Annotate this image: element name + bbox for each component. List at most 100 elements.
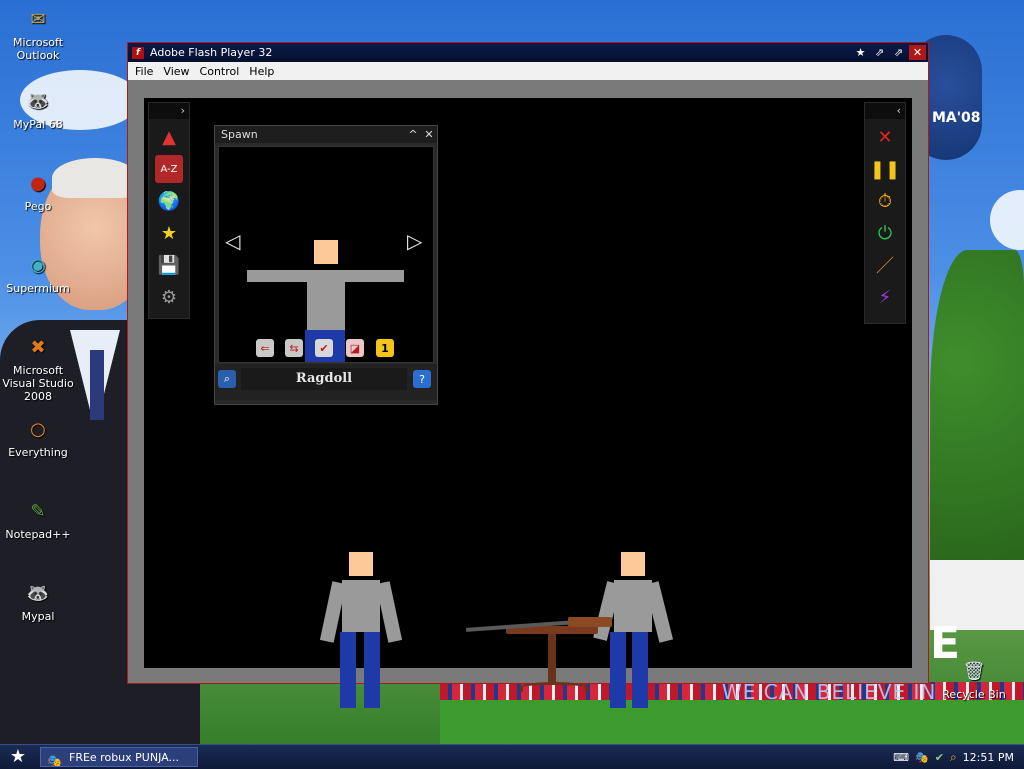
search-icon[interactable]: ⌕ bbox=[218, 370, 236, 388]
desktop-app-icon: 🦝 bbox=[26, 582, 50, 604]
clock[interactable]: 12:51 PM bbox=[963, 751, 1014, 764]
tray-app-icon[interactable]: 🎭 bbox=[915, 751, 929, 764]
search-tray-icon[interactable]: ⌕ bbox=[950, 750, 957, 765]
spawn-footer: ⌕ Ragdoll ? bbox=[215, 364, 437, 400]
world-tool-icon[interactable]: 🌍 bbox=[155, 187, 183, 215]
menu-help[interactable]: Help bbox=[244, 65, 279, 78]
recycle-bin-icon: 🗑 bbox=[962, 660, 986, 682]
settings-tool-icon[interactable]: ⚙ bbox=[155, 283, 183, 311]
spawn-panel-header[interactable]: Spawn ^ ✕ bbox=[215, 126, 437, 143]
next-item-button[interactable]: ▷ bbox=[407, 229, 422, 253]
desktop-app-icon: ○ bbox=[30, 418, 46, 440]
option-count-badge[interactable]: 1 bbox=[376, 339, 394, 357]
window-title: Adobe Flash Player 32 bbox=[150, 46, 273, 59]
rifle-stock[interactable] bbox=[568, 617, 612, 627]
menu-control[interactable]: Control bbox=[195, 65, 245, 78]
desktop-icon[interactable]: ◉ Supermium bbox=[0, 250, 76, 296]
desktop-icon-label: Microsoft Outlook bbox=[12, 36, 64, 62]
taskbar: ★ 🎭 FREe robux PUNJA... ⌨ 🎭 ✔ ⌕ 12:51 PM bbox=[0, 744, 1024, 769]
ragdoll-1-right-leg[interactable] bbox=[364, 632, 380, 708]
desktop-icon-label: Pego bbox=[24, 200, 52, 213]
menu-file[interactable]: File bbox=[130, 65, 158, 78]
ragdoll-1-left-leg[interactable] bbox=[340, 632, 356, 708]
desktop-icon[interactable]: 🦝 MyPal 68 bbox=[0, 86, 76, 132]
desktop-icon[interactable]: ✉ Microsoft Outlook bbox=[0, 4, 76, 63]
desktop-icon[interactable]: ● Pego bbox=[0, 168, 76, 214]
spawn-minimize-button[interactable]: ^ bbox=[405, 128, 421, 141]
desktop-icon-label: MyPal 68 bbox=[13, 118, 63, 131]
preview-ragdoll-torso bbox=[307, 270, 345, 332]
pause-tool-icon[interactable]: ❚❚ bbox=[870, 155, 900, 183]
desktop-app-icon: ✉ bbox=[30, 8, 46, 30]
table-leg[interactable] bbox=[548, 634, 556, 684]
task-app-icon: 🎭 bbox=[47, 754, 62, 767]
title-minimize-button[interactable]: ⇗ bbox=[871, 45, 888, 60]
desktop-icon-label: Microsoft Visual Studio 2008 bbox=[2, 364, 74, 403]
title-maximize-button[interactable]: ⇗ bbox=[890, 45, 907, 60]
taskbar-item-label: FREe robux PUNJA... bbox=[69, 751, 179, 764]
desktop-icon-label: Mypal bbox=[21, 610, 55, 623]
desktop-app-icon: ✎ bbox=[30, 500, 46, 522]
flash-player-window[interactable]: f Adobe Flash Player 32 ★ ⇗ ⇗ ✕ File Vie… bbox=[127, 42, 929, 708]
game-stage[interactable]: › ▲ A-Z 🌍 ★ 💾 ⚙ ‹ ✕ ❚❚ ⏱ ⏻ ／ ⚡ Spawn ^ ✕ ◁ ▷ bbox=[144, 98, 912, 708]
power-tool-icon[interactable]: ⏻ bbox=[871, 219, 899, 247]
desktop-icon-label: Everything bbox=[8, 446, 68, 459]
tray-app-icon[interactable]: ✔ bbox=[935, 751, 944, 764]
ragdoll-2-head[interactable] bbox=[621, 552, 645, 576]
spawn-panel-title: Spawn bbox=[221, 128, 258, 141]
desktop-app-icon: ✖ bbox=[30, 336, 46, 358]
shapes-tool-icon[interactable]: ▲ bbox=[155, 123, 183, 151]
desktop-app-icon: ● bbox=[30, 172, 46, 194]
desktop-icon-label: Notepad++ bbox=[5, 528, 71, 541]
ragdoll-1-torso[interactable] bbox=[342, 580, 380, 632]
delete-tool-icon[interactable]: ✕ bbox=[871, 123, 899, 151]
keyboard-icon[interactable]: ⌨ bbox=[893, 751, 909, 764]
ragdoll-2-left-leg[interactable] bbox=[610, 632, 626, 708]
favorites-tool-icon[interactable]: ★ bbox=[155, 219, 183, 247]
spawn-item-name: Ragdoll bbox=[241, 368, 407, 390]
option-check-icon[interactable]: ✔ bbox=[315, 339, 333, 357]
timer-tool-icon[interactable]: ⏱ bbox=[871, 187, 899, 215]
menu-bar: File View Control Help bbox=[128, 62, 928, 80]
menu-view[interactable]: View bbox=[158, 65, 194, 78]
title-bar[interactable]: f Adobe Flash Player 32 ★ ⇗ ⇗ ✕ bbox=[128, 43, 928, 62]
desktop-icon[interactable]: ○ Everything bbox=[0, 414, 76, 460]
desktop-icon[interactable]: ✎ Notepad++ bbox=[0, 496, 76, 542]
knife-tool-icon[interactable]: ／ bbox=[871, 251, 899, 279]
spawn-close-button[interactable]: ✕ bbox=[421, 128, 437, 141]
title-pin-button[interactable]: ★ bbox=[852, 45, 869, 60]
table-base[interactable] bbox=[520, 682, 588, 692]
right-toolbar: ‹ ✕ ❚❚ ⏱ ⏻ ／ ⚡ bbox=[864, 102, 906, 324]
save-tool-icon[interactable]: 💾 bbox=[155, 251, 183, 279]
ragdoll-2-right-leg[interactable] bbox=[632, 632, 648, 708]
option-eraser-icon[interactable]: ◪ bbox=[346, 339, 364, 357]
start-button[interactable]: ★ bbox=[6, 747, 30, 767]
prev-item-button[interactable]: ◁ bbox=[225, 229, 240, 253]
desktop-icon[interactable]: ✖ Microsoft Visual Studio 2008 bbox=[0, 332, 76, 404]
taskbar-item[interactable]: 🎭 FREe robux PUNJA... bbox=[40, 747, 198, 767]
left-toolbar-collapse[interactable]: › bbox=[149, 103, 189, 119]
desktop-app-icon: 🦝 bbox=[26, 90, 50, 112]
desktop-app-icon: ◉ bbox=[30, 254, 46, 276]
spawn-panel: Spawn ^ ✕ ◁ ▷ ⇐ ⇆ ✔ ◪ 1 ⌕ Ragdoll ? bbox=[214, 125, 438, 405]
desktop-icon-label: Supermium bbox=[6, 282, 70, 295]
spawn-preview: ◁ ▷ ⇐ ⇆ ✔ ◪ 1 bbox=[218, 146, 434, 363]
wallpaper-person-tie bbox=[90, 350, 104, 420]
desktop-icon-label: Recycle Bin bbox=[942, 688, 1006, 701]
flash-app-icon: f bbox=[132, 46, 144, 59]
option-flip-icon[interactable]: ⇐ bbox=[256, 339, 274, 357]
a-z-tool-icon[interactable]: A-Z bbox=[155, 155, 183, 183]
desktop-icon-recycle-bin[interactable]: 🗑 Recycle Bin bbox=[936, 656, 1012, 702]
desktop-icon[interactable]: 🦝 Mypal bbox=[0, 578, 76, 624]
right-toolbar-collapse[interactable]: ‹ bbox=[865, 103, 905, 119]
system-tray: ⌨ 🎭 ✔ ⌕ 12:51 PM bbox=[893, 745, 1024, 769]
cloud bbox=[990, 190, 1024, 250]
option-swap-icon[interactable]: ⇆ bbox=[285, 339, 303, 357]
lightning-tool-icon[interactable]: ⚡ bbox=[871, 283, 899, 311]
ragdoll-1-head[interactable] bbox=[349, 552, 373, 576]
preview-ragdoll-head bbox=[314, 240, 338, 264]
help-icon[interactable]: ? bbox=[413, 370, 431, 388]
left-toolbar: › ▲ A-Z 🌍 ★ 💾 ⚙ bbox=[148, 102, 190, 319]
title-close-button[interactable]: ✕ bbox=[909, 45, 926, 60]
obama-logo-text: MA'08 bbox=[932, 110, 981, 126]
